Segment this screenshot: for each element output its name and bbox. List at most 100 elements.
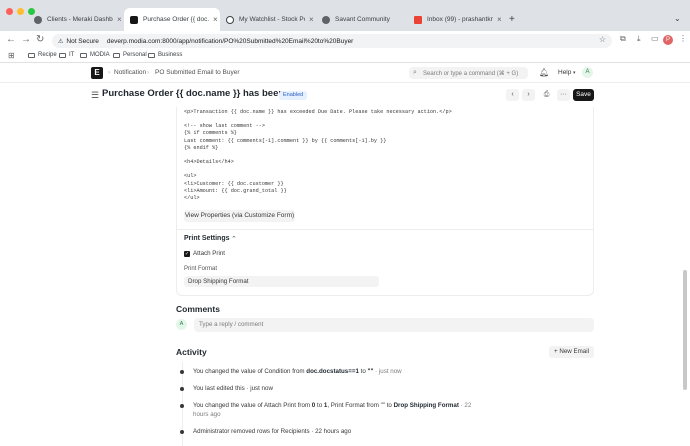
app-logo[interactable]: E	[91, 67, 103, 79]
comments-heading: Comments	[176, 304, 220, 314]
breadcrumb-notification[interactable]: Notification	[114, 69, 146, 76]
bookmark-label: Business	[158, 52, 183, 58]
apps-grid-icon[interactable]: ⊞	[8, 51, 15, 60]
save-button[interactable]: Save	[573, 89, 594, 101]
security-indicator[interactable]: Not Secure	[66, 38, 99, 45]
globe-icon	[322, 15, 330, 24]
browser-tab-meraki[interactable]: Clients - Meraki Dashboard ×	[28, 8, 122, 31]
close-tab-icon[interactable]: ×	[213, 15, 218, 24]
new-email-button[interactable]: + New Email	[549, 346, 594, 358]
activity-text: You last edited this · just now	[193, 385, 273, 392]
folder-icon	[28, 52, 35, 58]
browser-toolbar: ← → ↻ ⚠ Not Secure deverp.modia.com:8000…	[0, 31, 690, 50]
code-line: <p>Transaction {{ doc.name }} has exceed…	[184, 109, 452, 115]
code-line: </ul>	[184, 194, 200, 201]
activity-text: Administrator removed rows for Recipient…	[193, 428, 352, 435]
bookmark-star-icon[interactable]: ☆	[599, 35, 606, 44]
forward-icon[interactable]: →	[21, 34, 31, 45]
tab-title: Clients - Meraki Dashboard	[47, 16, 113, 23]
activity-time: · 22	[458, 402, 472, 409]
breadcrumb-current[interactable]: PO Submitted Email to Buyer	[155, 69, 240, 76]
erpnext-favicon-icon	[130, 15, 138, 24]
print-settings-heading[interactable]: Print Settings	[184, 235, 230, 242]
bookmark-recipe[interactable]: Recipe	[28, 52, 57, 58]
activity-text: to	[315, 402, 324, 409]
browser-menu-icon[interactable]: ⋮	[679, 34, 687, 43]
browser-tab-gmail[interactable]: Inbox (99) - prashantkmody@ ×	[408, 8, 504, 31]
tab-search-icon[interactable]: ⌄	[674, 14, 681, 23]
tab-title: Purchase Order {{ doc.name	[143, 16, 209, 23]
print-format-field[interactable]: Drop Shipping Format	[184, 276, 379, 287]
code-line: Last comment: {{ comments[-1].comment }}…	[184, 137, 387, 144]
message-code-editor[interactable]: <p>Transaction {{ doc.name }} has exceed…	[184, 109, 452, 202]
browser-tab-purchase-order[interactable]: Purchase Order {{ doc.name ×	[124, 8, 220, 31]
sidebar-icon[interactable]: ▭	[651, 34, 659, 43]
bookmarks-bar: ⊞ Recipe IT MODIA Personal Business	[0, 50, 690, 63]
code-line: {% if comments %}	[184, 130, 237, 137]
browser-tab-strip: Clients - Meraki Dashboard × Purchase Or…	[0, 0, 690, 31]
code-line: {% endif %}	[184, 144, 219, 151]
attach-print-checkbox[interactable]: ✓	[184, 251, 190, 257]
extensions-icon[interactable]: ⧉	[620, 34, 626, 44]
bookmark-label: Personal	[123, 52, 147, 58]
activity-heading: Activity	[176, 347, 207, 357]
bookmark-business[interactable]: Business	[148, 52, 182, 58]
search-placeholder: Search or type a command (⌘ + G)	[423, 70, 519, 77]
bookmark-label: MODIA	[90, 52, 110, 58]
notification-bell-icon[interactable]: 🔔︎	[539, 68, 549, 77]
previous-doc-button[interactable]: ‹	[506, 89, 519, 101]
section-divider	[177, 229, 593, 230]
browser-tab-savant[interactable]: Savant Community	[316, 8, 412, 31]
code-line: <!-- show last comment -->	[184, 123, 265, 130]
close-tab-icon[interactable]: ×	[497, 15, 502, 24]
close-tab-icon[interactable]: ×	[117, 15, 122, 24]
activity-value: Drop Shipping Format	[393, 402, 459, 409]
page-title: Purchase Order {{ doc.name }} has been s…	[102, 88, 300, 99]
activity-time: · just now	[373, 368, 402, 375]
reload-icon[interactable]: ↻	[36, 34, 44, 45]
activity-text: , Print Format from "" to	[327, 402, 394, 409]
bookmark-it[interactable]: IT	[59, 52, 74, 58]
next-doc-button[interactable]: ›	[522, 89, 535, 101]
profile-avatar[interactable]: P	[663, 35, 673, 45]
more-menu-button[interactable]: ···	[557, 89, 570, 101]
code-line: <li>Customer: {{ doc.customer }}	[184, 180, 284, 187]
activity-value: doc.docstatus==1	[306, 368, 359, 375]
close-window-icon[interactable]	[6, 8, 13, 15]
timeline-dot-icon	[180, 430, 184, 434]
awesomebar-search-input[interactable]: ⌕ Search or type a command (⌘ + G)	[409, 67, 528, 79]
back-icon[interactable]: ←	[6, 34, 16, 45]
folder-icon	[59, 52, 66, 58]
downloads-icon[interactable]: ⤓	[637, 34, 641, 44]
browser-tab-watchlist[interactable]: My Watchlist - Stock Portfoli ×	[220, 8, 316, 31]
page-header: ☰ Purchase Order {{ doc.name }} has been…	[0, 83, 690, 107]
code-line: <li>Amount: {{ doc.grand_total }}	[184, 187, 287, 194]
tab-title: My Watchlist - Stock Portfoli	[239, 16, 305, 23]
user-avatar[interactable]: A	[582, 67, 593, 78]
address-bar[interactable]: ⚠ Not Secure deverp.modia.com:8000/app/n…	[52, 34, 612, 48]
bookmark-personal[interactable]: Personal	[113, 52, 147, 58]
bookmark-label: IT	[69, 52, 75, 58]
sidebar-toggle-icon[interactable]: ☰	[91, 90, 99, 101]
minimize-window-icon[interactable]	[17, 8, 24, 15]
page-scrollbar[interactable]	[683, 270, 687, 390]
code-line: ​	[184, 152, 452, 159]
bookmark-modia[interactable]: MODIA	[80, 52, 110, 58]
close-tab-icon[interactable]: ×	[309, 15, 314, 24]
timeline-dot-icon	[180, 370, 184, 374]
print-icon[interactable]: ⎙	[540, 89, 553, 101]
avatar: A	[176, 319, 187, 330]
chevron-up-icon[interactable]: ⌃	[231, 235, 237, 243]
folder-icon	[113, 52, 120, 58]
help-menu[interactable]: Help	[558, 69, 571, 76]
warning-icon: ⚠	[58, 38, 64, 45]
globe-icon	[34, 15, 42, 24]
tab-title: Inbox (99) - prashantkmody@	[427, 16, 493, 23]
new-tab-icon[interactable]: +	[509, 14, 515, 25]
search-icon: ⌕	[413, 69, 417, 76]
view-properties-button[interactable]: View Properties (via Customize Form)	[184, 210, 295, 222]
tab-title: Savant Community	[335, 16, 390, 23]
comment-input[interactable]: Type a reply / comment	[194, 318, 594, 332]
attach-print-label: Attach Print	[193, 250, 225, 257]
code-line: ​	[184, 166, 452, 173]
